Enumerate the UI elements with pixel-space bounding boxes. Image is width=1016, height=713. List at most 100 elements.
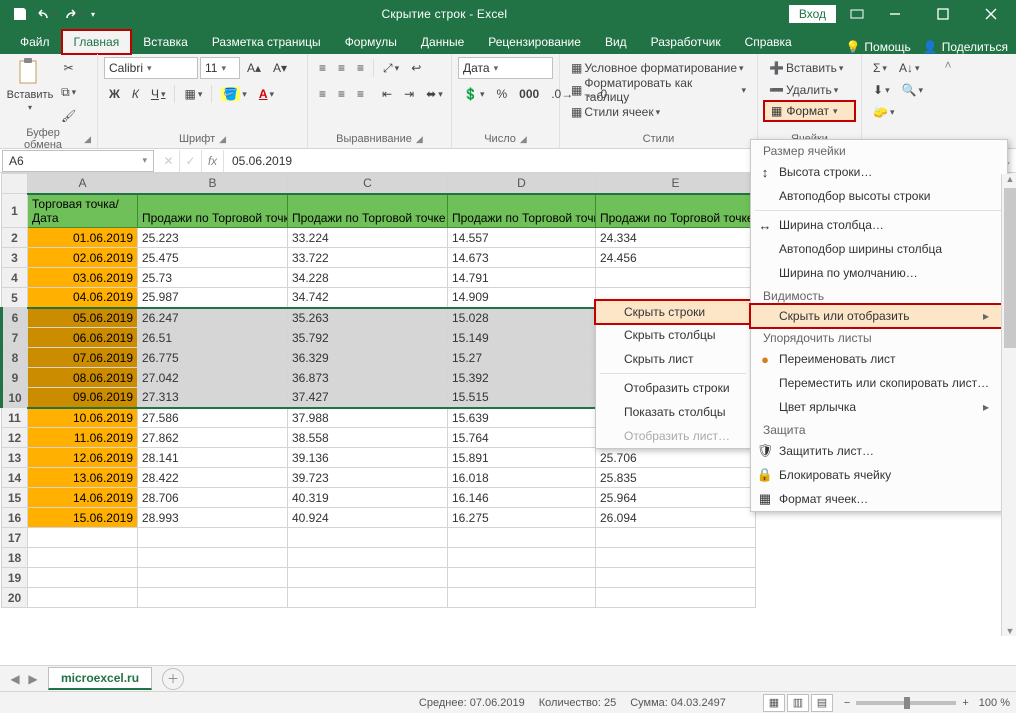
data-cell[interactable]: 15.149 [448, 328, 596, 348]
data-cell[interactable]: 40.924 [288, 508, 448, 528]
data-cell[interactable]: 28.422 [138, 468, 288, 488]
data-cell[interactable]: 08.06.2019 [28, 368, 138, 388]
align-left-button[interactable]: ≡ [314, 83, 331, 105]
data-cell[interactable]: 24.334 [596, 228, 756, 248]
data-cell[interactable]: 33.224 [288, 228, 448, 248]
share-button[interactable]: 👤 Поделиться [923, 40, 1008, 54]
row-header[interactable]: 3 [2, 248, 28, 268]
data-cell[interactable]: 26.247 [138, 308, 288, 328]
data-cell[interactable]: 25.835 [596, 468, 756, 488]
data-cell[interactable] [288, 528, 448, 548]
data-cell[interactable]: 15.27 [448, 348, 596, 368]
insert-cells-button[interactable]: ➕ Вставить ▾ [764, 57, 855, 79]
data-cell[interactable] [138, 548, 288, 568]
data-cell[interactable]: 25.706 [596, 448, 756, 468]
row-header[interactable]: 10 [2, 388, 28, 408]
data-cell[interactable] [596, 268, 756, 288]
data-cell[interactable]: 34.742 [288, 288, 448, 308]
align-right-button[interactable]: ≡ [352, 83, 369, 105]
data-cell[interactable]: 15.764 [448, 428, 596, 448]
normal-view-button[interactable]: ▦ [763, 694, 785, 712]
sheet-nav-next[interactable]: ▶ [24, 672, 42, 686]
data-cell[interactable]: 25.475 [138, 248, 288, 268]
redo-button[interactable]: ▾ [60, 3, 84, 25]
data-cell[interactable]: 09.06.2019 [28, 388, 138, 408]
increase-indent-button[interactable]: ⇥ [399, 83, 419, 105]
autosum-button[interactable]: Σ ▾ [868, 57, 892, 79]
row-header[interactable]: 7 [2, 328, 28, 348]
find-select-button[interactable]: 🔍▾ [897, 79, 928, 101]
align-middle-button[interactable]: ≡ [333, 57, 350, 79]
tellme-button[interactable]: 💡 Помощь [845, 40, 910, 54]
data-cell[interactable]: 38.558 [288, 428, 448, 448]
data-cell[interactable]: 36.873 [288, 368, 448, 388]
data-cell[interactable]: 37.988 [288, 408, 448, 428]
menu-tab-color[interactable]: Цвет ярлычка▸ [751, 395, 1007, 419]
row-header[interactable]: 2 [2, 228, 28, 248]
row-header[interactable]: 20 [2, 588, 28, 608]
row-header[interactable]: 5 [2, 288, 28, 308]
merge-center-button[interactable]: ⬌▾ [421, 83, 448, 105]
menu-hide-sheet[interactable]: Скрыть лист [596, 347, 750, 371]
menu-show-columns[interactable]: Показать столбцы [596, 400, 750, 424]
data-cell[interactable] [596, 568, 756, 588]
data-cell[interactable] [28, 568, 138, 588]
data-cell[interactable] [28, 548, 138, 568]
data-cell[interactable]: 01.06.2019 [28, 228, 138, 248]
data-cell[interactable]: 16.275 [448, 508, 596, 528]
data-cell[interactable] [288, 568, 448, 588]
data-cell[interactable]: 16.146 [448, 488, 596, 508]
data-cell[interactable]: 28.706 [138, 488, 288, 508]
data-cell[interactable]: 26.775 [138, 348, 288, 368]
format-as-table-button[interactable]: ▦ Форматировать как таблицу▾ [566, 79, 751, 101]
clipboard-launcher-icon[interactable]: ◢ [84, 134, 91, 145]
data-cell[interactable] [596, 588, 756, 608]
cell-styles-button[interactable]: ▦ Стили ячеек▾ [566, 101, 751, 123]
column-header[interactable]: E [596, 174, 756, 194]
data-cell[interactable]: 27.862 [138, 428, 288, 448]
name-box[interactable]: A6▾ [2, 150, 154, 172]
zoom-in-button[interactable]: + [962, 697, 968, 709]
vertical-scrollbar[interactable]: ▲▼ [1001, 174, 1016, 636]
cut-button[interactable]: ✂ [56, 57, 81, 79]
data-cell[interactable]: 05.06.2019 [28, 308, 138, 328]
ribbon-display-options[interactable] [844, 0, 870, 28]
data-cell[interactable] [28, 528, 138, 548]
row-header[interactable]: 18 [2, 548, 28, 568]
menu-show-rows[interactable]: Отобразить строки [596, 376, 750, 400]
tab-insert[interactable]: Вставка [131, 30, 200, 54]
data-cell[interactable] [596, 528, 756, 548]
signin-button[interactable]: Вход [789, 5, 836, 23]
data-cell[interactable]: 27.586 [138, 408, 288, 428]
data-cell[interactable]: 02.06.2019 [28, 248, 138, 268]
data-cell[interactable] [138, 588, 288, 608]
zoom-slider[interactable] [856, 701, 956, 705]
font-size-combo[interactable]: 11▾ [200, 57, 240, 79]
data-cell[interactable]: 11.06.2019 [28, 428, 138, 448]
data-cell[interactable]: Продажи по Торговой точке 4, тыс. руб. [596, 194, 756, 228]
data-cell[interactable]: Продажи по Торговой точке 2, тыс. руб. [288, 194, 448, 228]
data-cell[interactable]: 24.456 [596, 248, 756, 268]
menu-hide-columns[interactable]: Скрыть столбцы [596, 323, 750, 347]
data-cell[interactable]: 14.673 [448, 248, 596, 268]
font-color-button[interactable]: A▾ [254, 83, 279, 105]
number-format-combo[interactable]: Дата▾ [458, 57, 553, 79]
data-cell[interactable]: 07.06.2019 [28, 348, 138, 368]
page-layout-view-button[interactable]: ▥ [787, 694, 809, 712]
menu-hide-show[interactable]: Скрыть или отобразить▸ [750, 304, 1008, 328]
orientation-button[interactable]: ⤢▾ [378, 57, 404, 79]
menu-autofit-row[interactable]: Автоподбор высоты строки [751, 184, 1007, 208]
column-header[interactable]: B [138, 174, 288, 194]
data-cell[interactable]: 15.06.2019 [28, 508, 138, 528]
menu-rename-sheet[interactable]: ●Переименовать лист [751, 347, 1007, 371]
decrease-font-button[interactable]: A▾ [268, 57, 292, 79]
tab-help[interactable]: Справка [733, 30, 804, 54]
data-cell[interactable]: 26.094 [596, 508, 756, 528]
data-cell[interactable]: 10.06.2019 [28, 408, 138, 428]
tab-formulas[interactable]: Формулы [333, 30, 409, 54]
data-cell[interactable]: 25.987 [138, 288, 288, 308]
clear-button[interactable]: 🧽▾ [868, 101, 899, 123]
data-cell[interactable]: 14.557 [448, 228, 596, 248]
increase-font-button[interactable]: A▴ [242, 57, 266, 79]
underline-button[interactable]: Ч ▾ [146, 83, 171, 105]
